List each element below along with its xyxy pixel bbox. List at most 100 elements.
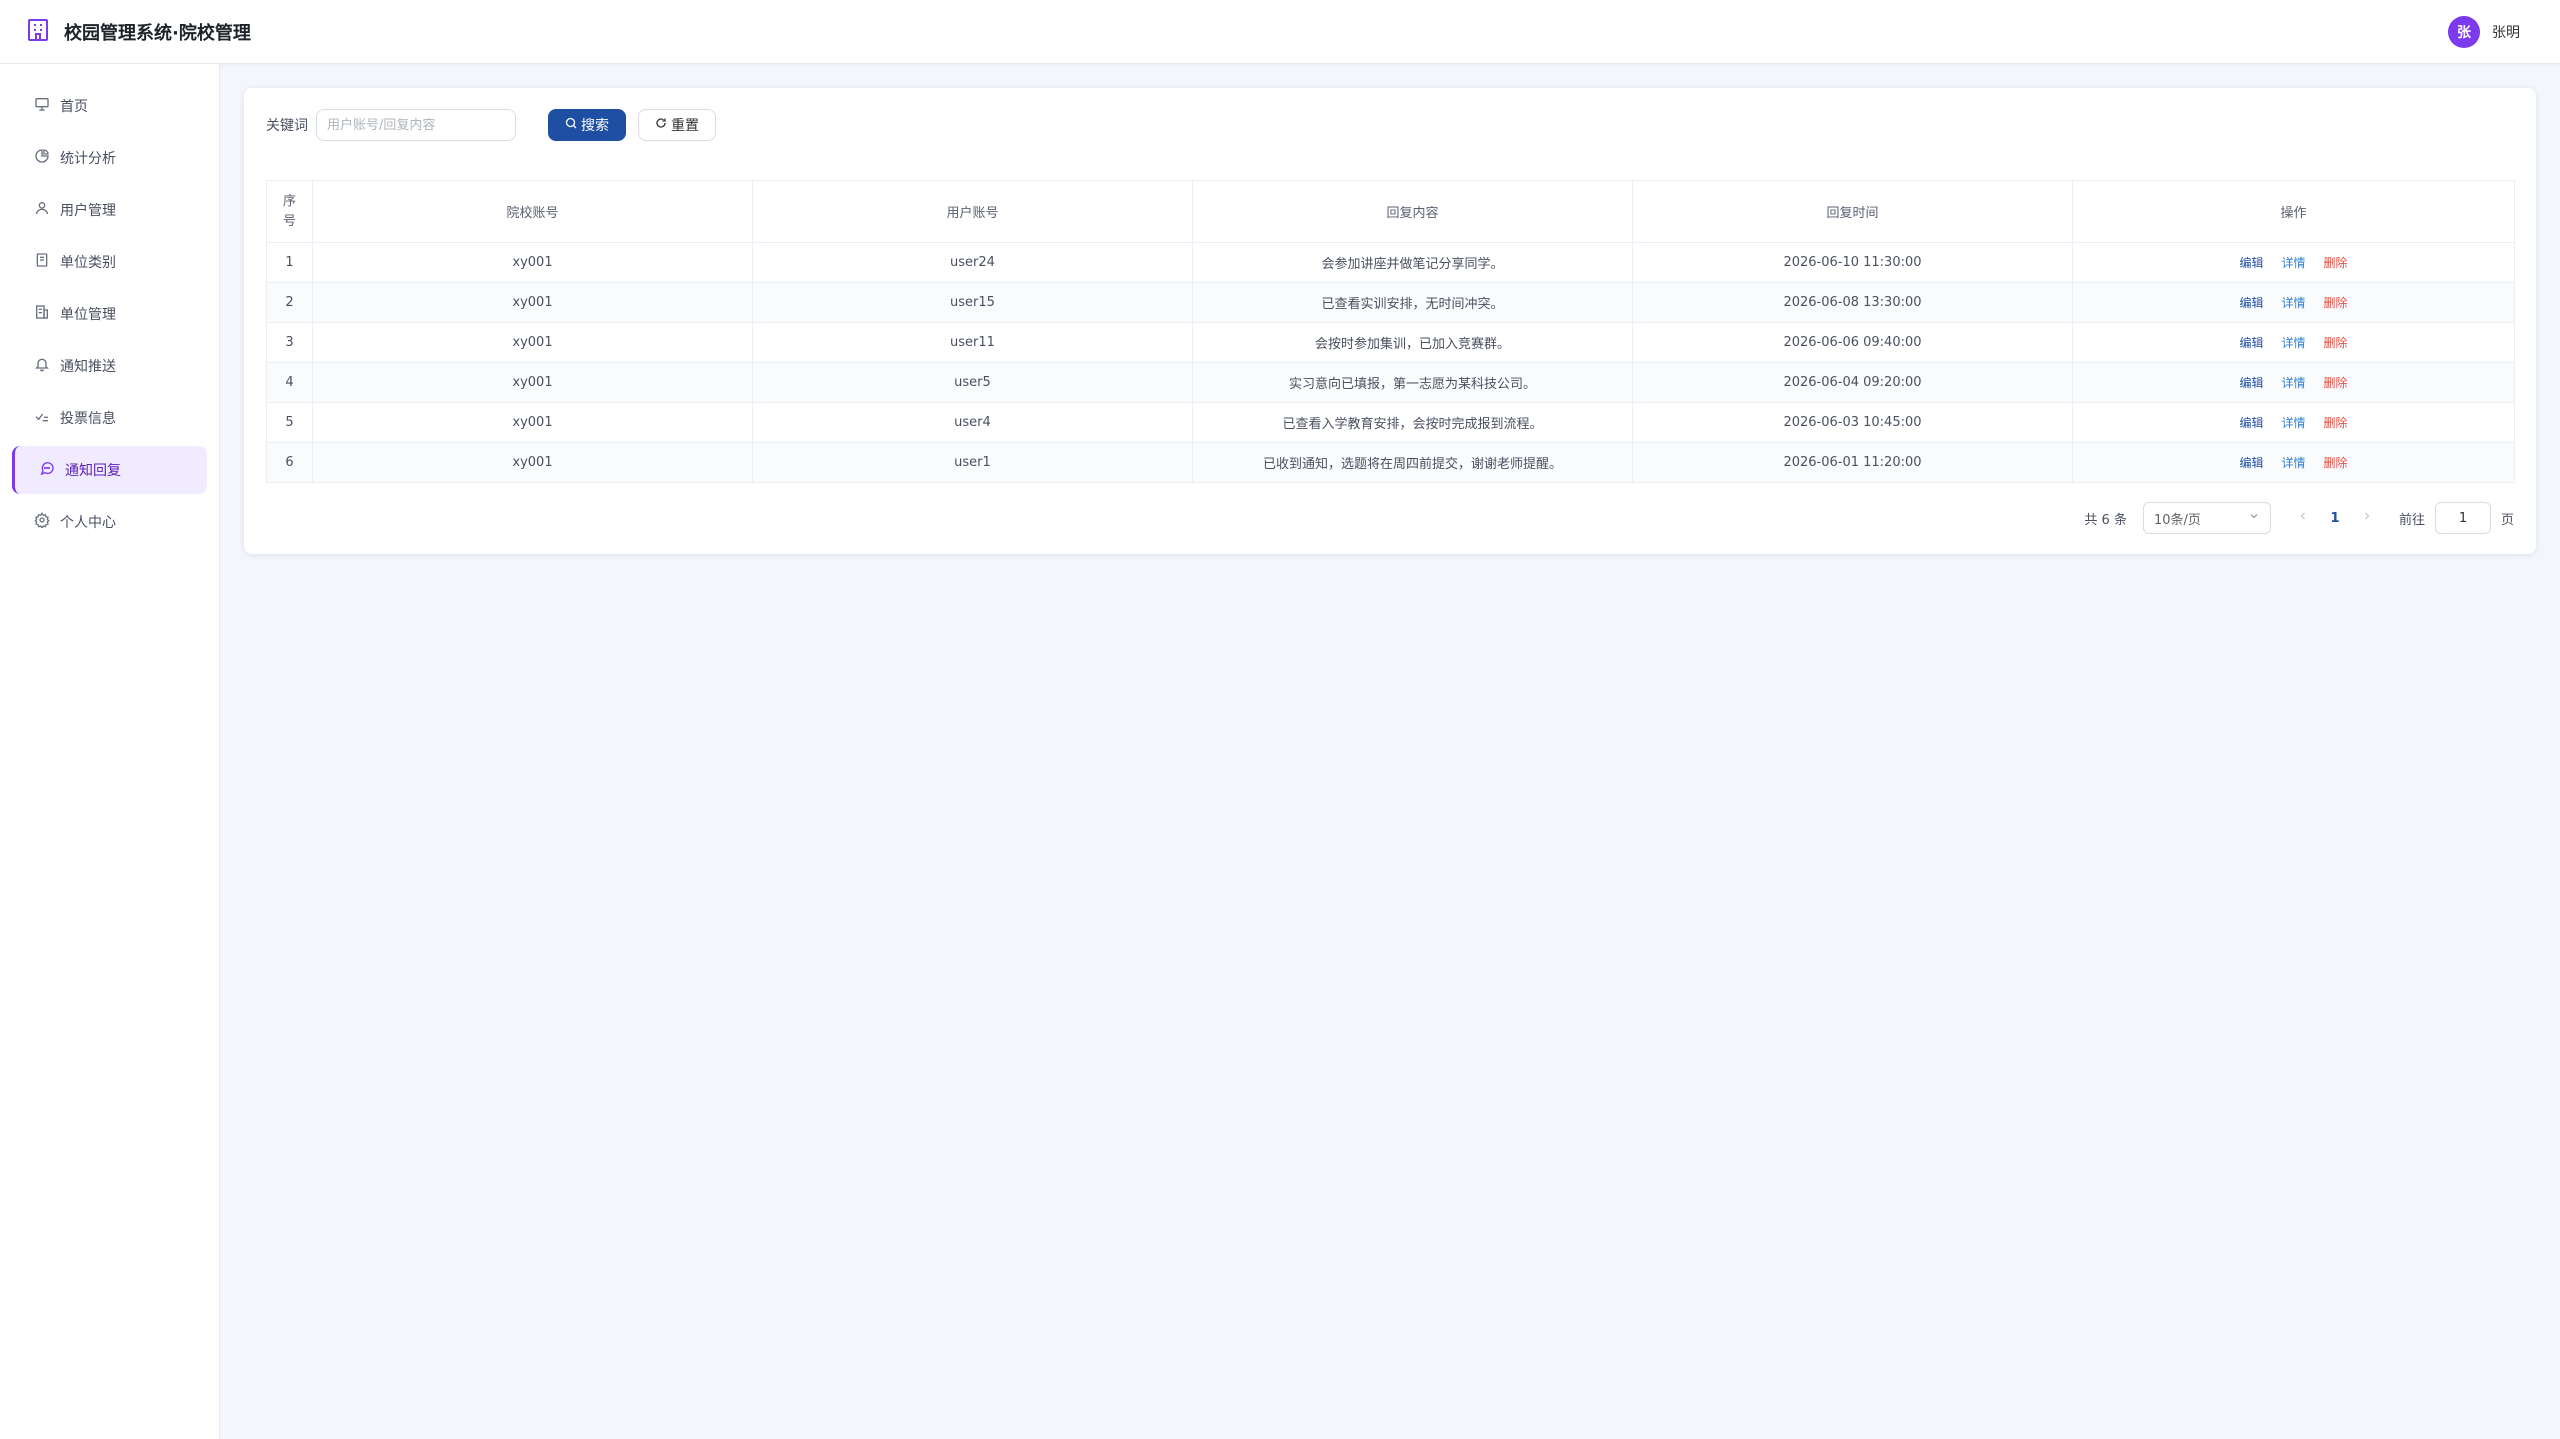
building-icon — [34, 304, 50, 324]
table-row: 5 xy001 user4 已查看入学教育安排，会按时完成报到流程。 2026-… — [266, 402, 2515, 443]
cell-reply-time: 2026-06-01 11:20:00 — [1632, 442, 2073, 483]
refresh-icon — [655, 117, 667, 133]
reply-list-card: 关键词 搜索 重置 序号 院校账号 用户账号 回复内容 回复时间 操作 — [244, 88, 2536, 554]
delete-link[interactable]: 删除 — [2324, 374, 2348, 391]
column-header-school-account: 院校账号 — [312, 180, 753, 243]
top-header: 校园管理系统·院校管理 张 张明 — [0, 0, 2560, 64]
table-row: 2 xy001 user15 已查看实训安排，无时间冲突。 2026-06-08… — [266, 282, 2515, 323]
cell-index: 6 — [266, 442, 313, 483]
delete-link[interactable]: 删除 — [2324, 454, 2348, 471]
sidebar-item-label: 通知回复 — [65, 463, 121, 479]
sidebar-item-users[interactable]: 用户管理 — [12, 186, 207, 234]
cell-user-account: user24 — [752, 242, 1193, 283]
detail-link[interactable]: 详情 — [2281, 374, 2305, 391]
cell-school-account: xy001 — [312, 322, 753, 363]
edit-link[interactable]: 编辑 — [2239, 334, 2263, 351]
sidebar-item-profile[interactable]: 个人中心 — [12, 498, 207, 546]
cell-user-account: user5 — [752, 362, 1193, 403]
sidebar-item-vote-info[interactable]: 投票信息 — [12, 394, 207, 442]
pie-chart-icon — [34, 148, 50, 168]
delete-link[interactable]: 删除 — [2324, 414, 2348, 431]
cell-school-account: xy001 — [312, 442, 753, 483]
sidebar-item-label: 用户管理 — [60, 203, 116, 219]
sidebar-item-label: 个人中心 — [60, 515, 116, 531]
reply-table: 序号 院校账号 用户账号 回复内容 回复时间 操作 1 xy001 user24… — [266, 180, 2515, 483]
sidebar-item-notification-push[interactable]: 通知推送 — [12, 342, 207, 390]
cell-reply-content: 已收到通知，选题将在周四前提交，谢谢老师提醒。 — [1192, 442, 1633, 483]
chat-icon — [39, 460, 55, 480]
user-icon — [34, 200, 50, 220]
sidebar-item-unit-management[interactable]: 单位管理 — [12, 290, 207, 338]
edit-link[interactable]: 编辑 — [2239, 254, 2263, 271]
gear-icon — [34, 512, 50, 532]
cell-reply-time: 2026-06-06 09:40:00 — [1632, 322, 2073, 363]
cell-actions: 编辑 详情 删除 — [2072, 362, 2515, 403]
cell-index: 5 — [266, 402, 313, 443]
chevron-right-icon — [2365, 512, 2370, 520]
category-icon — [34, 252, 50, 272]
home-icon — [34, 96, 50, 116]
cell-actions: 编辑 详情 删除 — [2072, 442, 2515, 483]
column-header-reply-time: 回复时间 — [1632, 180, 2073, 243]
sidebar-item-label: 单位管理 — [60, 307, 116, 323]
edit-link[interactable]: 编辑 — [2239, 454, 2263, 471]
table-header-row: 序号 院校账号 用户账号 回复内容 回复时间 操作 — [266, 180, 2515, 243]
edit-link[interactable]: 编辑 — [2239, 374, 2263, 391]
column-header-index: 序号 — [266, 180, 313, 243]
column-header-actions: 操作 — [2072, 180, 2515, 243]
edit-link[interactable]: 编辑 — [2239, 294, 2263, 311]
goto-page-input[interactable] — [2434, 502, 2491, 534]
sidebar-item-home[interactable]: 首页 — [12, 82, 207, 130]
prev-page-button[interactable] — [2291, 510, 2315, 526]
detail-link[interactable]: 详情 — [2281, 254, 2305, 271]
page-size-select[interactable]: 10条/页 — [2142, 502, 2271, 534]
sidebar-item-statistics[interactable]: 统计分析 — [12, 134, 207, 182]
vote-icon — [34, 408, 50, 428]
column-header-user-account: 用户账号 — [752, 180, 1193, 243]
search-bar: 关键词 搜索 重置 — [266, 108, 2514, 142]
reset-button[interactable]: 重置 — [638, 109, 716, 141]
app-title: 校园管理系统·院校管理 — [64, 22, 251, 44]
cell-index: 1 — [266, 242, 313, 283]
reset-button-label: 重置 — [671, 118, 699, 134]
user-name[interactable]: 张明 — [2492, 22, 2520, 42]
cell-index: 4 — [266, 362, 313, 403]
page-size-value: 10条/页 — [2153, 512, 2201, 528]
brand: 校园管理系统·院校管理 — [26, 18, 251, 46]
cell-reply-time: 2026-06-08 13:30:00 — [1632, 282, 2073, 323]
detail-link[interactable]: 详情 — [2281, 414, 2305, 431]
detail-link[interactable]: 详情 — [2281, 294, 2305, 311]
detail-link[interactable]: 详情 — [2281, 454, 2305, 471]
building-logo-icon — [26, 18, 50, 46]
sidebar-item-label: 统计分析 — [60, 151, 116, 167]
cell-school-account: xy001 — [312, 282, 753, 323]
cell-actions: 编辑 详情 删除 — [2072, 402, 2515, 443]
sidebar-item-unit-category[interactable]: 单位类别 — [12, 238, 207, 286]
cell-reply-content: 实习意向已填报，第一志愿为某科技公司。 — [1192, 362, 1633, 403]
next-page-button[interactable] — [2355, 510, 2379, 526]
cell-reply-content: 已查看实训安排，无时间冲突。 — [1192, 282, 1633, 323]
cell-reply-time: 2026-06-03 10:45:00 — [1632, 402, 2073, 443]
delete-link[interactable]: 删除 — [2324, 294, 2348, 311]
edit-link[interactable]: 编辑 — [2239, 414, 2263, 431]
pagination: 共 6 条 10条/页 1 前往 页 — [2084, 502, 2514, 534]
column-header-reply-content: 回复内容 — [1192, 180, 1633, 243]
search-button[interactable]: 搜索 — [548, 109, 626, 141]
user-menu[interactable]: 张 张明 — [2448, 15, 2520, 48]
delete-link[interactable]: 删除 — [2324, 334, 2348, 351]
page-number-current[interactable]: 1 — [2315, 511, 2355, 526]
cell-user-account: user1 — [752, 442, 1193, 483]
table-row: 3 xy001 user11 会按时参加集训，已加入竞赛群。 2026-06-0… — [266, 322, 2515, 363]
cell-reply-content: 会按时参加集训，已加入竞赛群。 — [1192, 322, 1633, 363]
sidebar-item-notification-reply[interactable]: 通知回复 — [12, 446, 207, 494]
table-row: 1 xy001 user24 会参加讲座并做笔记分享同学。 2026-06-10… — [266, 242, 2515, 283]
search-icon — [565, 117, 577, 133]
cell-actions: 编辑 详情 删除 — [2072, 242, 2515, 283]
detail-link[interactable]: 详情 — [2281, 334, 2305, 351]
sidebar-item-label: 单位类别 — [60, 255, 116, 271]
cell-index: 3 — [266, 322, 313, 363]
delete-link[interactable]: 删除 — [2324, 254, 2348, 271]
keyword-input[interactable] — [316, 109, 516, 141]
avatar[interactable]: 张 — [2448, 15, 2480, 48]
chevron-left-icon — [2300, 512, 2305, 520]
